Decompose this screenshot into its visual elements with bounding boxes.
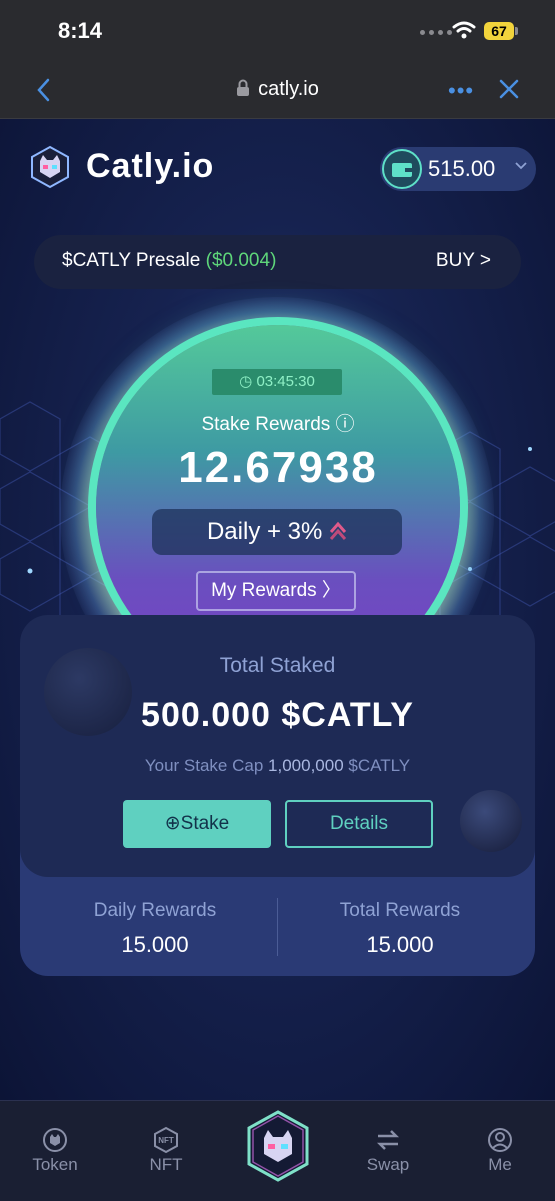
- details-button[interactable]: Details: [285, 800, 433, 848]
- stake-rewards-label: Stake Rewards ⓘ: [201, 414, 355, 435]
- buy-button[interactable]: BUY >: [436, 250, 491, 272]
- catly-logo-icon: [31, 145, 69, 189]
- daily-rate-text: Daily + 3%: [206, 518, 323, 545]
- presale-text-group: $CATLY Presale ($0.004): [62, 250, 276, 272]
- total-rewards-value: 15.000: [366, 932, 434, 957]
- battery-indicator: 67: [484, 22, 514, 40]
- wifi-icon: [452, 21, 476, 39]
- tab-me[interactable]: Me: [460, 1125, 540, 1175]
- my-rewards-button[interactable]: My Rewards 〉: [196, 571, 356, 611]
- browser-bar: catly.io •••: [0, 62, 555, 119]
- wallet-icon: [382, 149, 422, 189]
- tab-swap[interactable]: Swap: [348, 1125, 428, 1175]
- swap-icon: [348, 1125, 428, 1155]
- countdown-timer: ◷ 03:45:30: [212, 369, 342, 395]
- timer-value: 03:45:30: [256, 373, 315, 390]
- daily-rewards-value: 15.000: [121, 932, 189, 957]
- stake-cap-prefix: Your Stake Cap: [144, 756, 264, 775]
- lock-icon: [237, 79, 250, 96]
- url-text: catly.io: [258, 78, 319, 100]
- cat-coin-small-icon: [460, 790, 522, 852]
- tab-nft-label: NFT: [149, 1155, 183, 1174]
- chevron-down-icon: [515, 162, 527, 170]
- cat-coin-icon: [15, 1125, 95, 1155]
- daily-rewards-label: Daily Rewards: [93, 900, 217, 921]
- total-rewards-stat: Total Rewards 15.000: [272, 900, 528, 958]
- boost-arrow-icon: [329, 521, 347, 540]
- tab-token-label: Token: [32, 1155, 78, 1174]
- battery-tip: [515, 27, 518, 35]
- stake-cap-suffix: $CATLY: [348, 756, 411, 775]
- wallet-balance: 515.00: [428, 156, 496, 181]
- more-options-icon[interactable]: •••: [448, 78, 474, 104]
- nft-icon: NFT: [126, 1125, 206, 1155]
- cellular-signal-icon: [420, 30, 452, 35]
- presale-banner[interactable]: $CATLY Presale ($0.004) BUY >: [34, 235, 521, 289]
- total-rewards-label: Total Rewards: [339, 900, 461, 921]
- daily-rewards-stat: Daily Rewards 15.000: [27, 900, 283, 958]
- stake-button[interactable]: ⊕Stake: [123, 800, 271, 848]
- wallet-balance-button[interactable]: 515.00: [380, 147, 536, 191]
- close-icon[interactable]: [498, 78, 520, 100]
- presale-label: $CATLY Presale: [62, 250, 201, 271]
- cat-hex-icon[interactable]: [246, 1110, 310, 1182]
- stake-cap-amount: 1,000,000: [268, 756, 344, 775]
- tab-token[interactable]: Token: [15, 1125, 95, 1175]
- status-bar: 8:14 67: [0, 0, 555, 62]
- clock-icon: ◷: [239, 373, 253, 390]
- svg-text:NFT: NFT: [158, 1136, 174, 1145]
- stake-cap: Your Stake Cap 1,000,000 $CATLY: [20, 756, 535, 776]
- total-staked-value: 500.000 $CATLY: [141, 696, 414, 734]
- status-time: 8:14: [58, 18, 103, 43]
- presale-price: ($0.004): [205, 250, 277, 271]
- stake-rewards-value: 12.67938: [178, 443, 378, 492]
- tab-swap-label: Swap: [366, 1155, 410, 1174]
- tab-me-label: Me: [488, 1155, 512, 1174]
- brand-name: Catly.io: [86, 147, 215, 185]
- tab-nft[interactable]: NFT NFT: [126, 1125, 206, 1175]
- user-icon: [460, 1125, 540, 1155]
- daily-rate-badge: Daily + 3%: [152, 509, 402, 555]
- total-staked-label: Total Staked: [219, 654, 336, 677]
